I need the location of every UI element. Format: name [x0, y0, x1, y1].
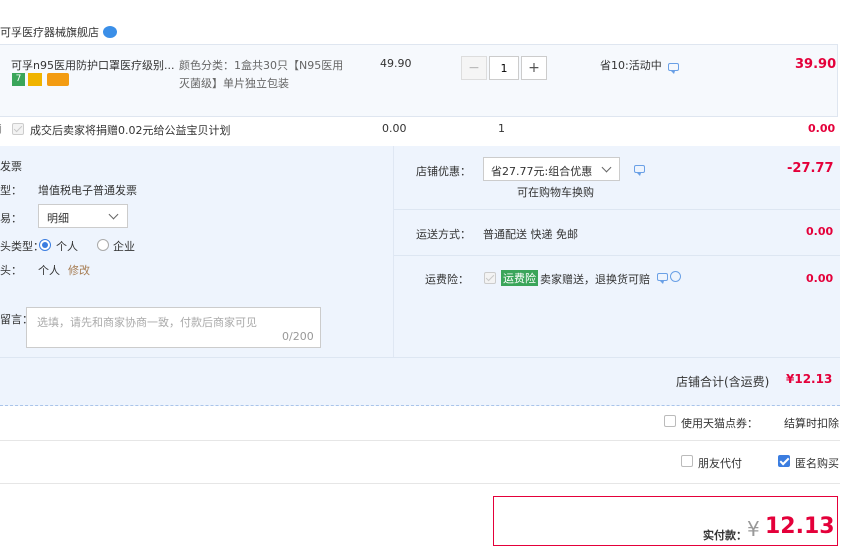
insurance-checkbox[interactable]	[484, 272, 496, 284]
divider	[394, 209, 840, 210]
charity-price: 0.00	[382, 122, 407, 135]
radio-company-label[interactable]: 企业	[113, 238, 135, 254]
payment-card-icon	[47, 73, 69, 86]
charity-label: 成交后卖家将捐赠0.02元给公益宝贝计划	[30, 124, 231, 137]
divider	[0, 483, 840, 484]
insurance-text: 卖家赠送，退换货可赔	[540, 273, 650, 286]
points-checkbox[interactable]	[664, 415, 676, 427]
item-sku-line1: 颜色分类：1盒共30只【N95医用	[179, 59, 344, 72]
invoice-header-label: 头：	[0, 264, 22, 277]
item-sku-line2: 灭菌级】单片独立包装	[179, 77, 289, 90]
discount-amount: -27.77	[787, 161, 834, 176]
radio-personal[interactable]	[39, 239, 51, 251]
message-textarea[interactable]: 选填，请先和商家协商一致，付款后商家可见 0/200	[26, 307, 321, 348]
invoice-modify-link[interactable]: 修改	[68, 262, 90, 278]
discount-chat-icon[interactable]	[634, 165, 645, 176]
store-total-label: 店铺合计(含运费)	[676, 375, 770, 389]
invoice-content-label: 易：	[0, 212, 22, 225]
chat-bubble-icon[interactable]	[103, 26, 117, 38]
radio-personal-label[interactable]: 个人	[56, 238, 78, 254]
quantity-minus-button[interactable]: −	[461, 56, 487, 80]
charity-row-edge: j	[0, 122, 3, 135]
store-total-value: ¥12.13	[786, 372, 833, 386]
invoice-header-value: 个人	[38, 264, 60, 277]
divider	[0, 440, 840, 441]
actual-pay-box: 实付款： ¥ 12.13	[493, 496, 838, 546]
charity-checkbox[interactable]	[12, 123, 24, 135]
discount-label: 店铺优惠：	[416, 165, 471, 178]
authentic-badge-icon	[28, 73, 42, 86]
chevron-down-icon	[601, 162, 612, 173]
insurance-amount: 0.00	[806, 272, 834, 285]
actual-pay-currency: ¥	[747, 517, 760, 541]
charity-qty: 1	[498, 122, 505, 135]
invoice-type-value: 增值税电子普通发票	[38, 184, 137, 197]
item-row	[0, 44, 838, 117]
points-label[interactable]: 使用天猫点券：	[681, 415, 758, 431]
anonymous-label[interactable]: 匿名购买	[795, 455, 839, 471]
quantity-input[interactable]	[489, 56, 519, 80]
shipping-label: 运送方式：	[416, 228, 471, 241]
panel-divider	[393, 146, 394, 357]
help-icon[interactable]	[670, 271, 681, 282]
invoice-type-label: 型：	[0, 184, 22, 197]
chevron-down-icon	[108, 209, 119, 220]
message-placeholder: 选填，请先和商家协商一致，付款后商家可见	[37, 316, 257, 329]
shipping-amount: 0.00	[806, 225, 834, 238]
points-note: 结算时扣除	[784, 417, 839, 430]
friend-pay-label[interactable]: 朋友代付	[698, 455, 742, 471]
discount-note: 可在购物车换购	[517, 186, 594, 199]
item-subtotal: 39.90	[795, 57, 837, 72]
item-promo: 省10:活动中	[600, 59, 662, 72]
divider	[0, 357, 840, 358]
insurance-badge: 运费险	[501, 270, 538, 286]
friend-pay-checkbox[interactable]	[681, 455, 693, 467]
message-counter: 0/200	[282, 330, 314, 343]
insurance-chat-icon[interactable]	[657, 273, 668, 284]
shop-name[interactable]: 可孚医疗器械旗舰店	[0, 24, 99, 40]
item-title[interactable]: 可孚n95医用防护口罩医疗级别...	[11, 57, 174, 73]
anonymous-checkbox[interactable]	[778, 455, 790, 467]
divider	[394, 255, 840, 256]
radio-company[interactable]	[97, 239, 109, 251]
item-unit-price: 49.90	[380, 57, 412, 70]
charity-total: 0.00	[808, 122, 836, 135]
dashed-divider	[0, 405, 840, 406]
invoice-content-select[interactable]: 明细	[38, 204, 128, 228]
actual-pay-value: 12.13	[765, 514, 835, 539]
promo-chat-icon[interactable]	[668, 63, 679, 74]
insurance-label: 运费险：	[425, 273, 469, 286]
discount-select[interactable]: 省27.77元:组合优惠	[483, 157, 620, 181]
quantity-plus-button[interactable]: +	[521, 56, 547, 80]
seven-day-return-icon: 7	[12, 73, 25, 86]
invoice-title: 发票	[0, 160, 22, 173]
invoice-header-type-label: 头类型：	[0, 240, 44, 253]
invoice-content-value: 明细	[47, 212, 69, 225]
discount-value: 省27.77元:组合优惠	[491, 165, 593, 178]
shipping-value: 普通配送 快递 免邮	[483, 228, 578, 241]
